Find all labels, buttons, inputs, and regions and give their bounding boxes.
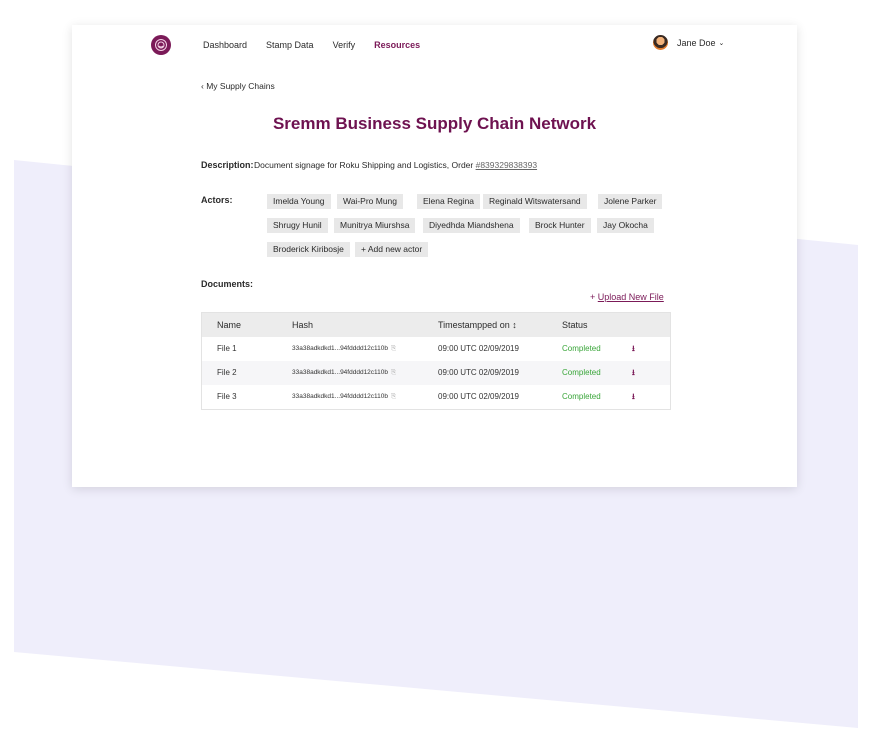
actor-chip[interactable]: Diyedhda Miandshena [423, 218, 520, 233]
description-text: Document signage for Roku Shipping and L… [254, 160, 537, 170]
hash-value: 33a38adkdkd1...94fdddd12c110b [292, 393, 389, 400]
actor-chip[interactable]: Imelda Young [267, 194, 331, 209]
avatar [653, 35, 668, 50]
status-badge: Completed [562, 344, 601, 353]
table-row: File 3 33a38adkdkd1...94fdddd12c110b ⎘ 09… [202, 385, 670, 409]
status-badge: Completed [562, 392, 601, 401]
file-name[interactable]: File 3 [217, 385, 237, 409]
hash-value: 33a38adkdkd1...94fdddd12c110b [292, 345, 389, 352]
nav-verify[interactable]: Verify [333, 40, 356, 50]
file-hash: 33a38adkdkd1...94fdddd12c110b ⎘ [292, 361, 396, 385]
description-body: Document signage for Roku Shipping and L… [254, 160, 476, 170]
copy-icon[interactable]: ⎘ [391, 369, 396, 376]
stamp-logo-icon[interactable] [151, 35, 171, 55]
download-icon[interactable]: ⭳ [632, 361, 635, 385]
main-nav: Dashboard Stamp Data Verify Resources [203, 40, 439, 50]
page-title: Sremm Business Supply Chain Network [272, 114, 597, 133]
column-header-timestamp[interactable]: Timestampped on ↕ [438, 313, 517, 337]
file-hash: 33a38adkdkd1...94fdddd12c110b ⎘ [292, 337, 396, 361]
table-row: File 1 33a38adkdkd1...94fdddd12c110b ⎘ 09… [202, 337, 670, 361]
hash-value: 33a38adkdkd1...94fdddd12c110b [292, 369, 389, 376]
file-timestamp: 09:00 UTC 02/09/2019 [438, 344, 519, 353]
download-icon[interactable]: ⭳ [632, 385, 635, 409]
documents-table: Name Hash Timestampped on ↕ Status File … [201, 312, 671, 410]
back-link[interactable]: ‹ My Supply Chains [201, 81, 275, 91]
upload-file-button[interactable]: + Upload New File [590, 292, 664, 302]
actor-chip[interactable]: Brock Hunter [529, 218, 591, 233]
actor-chip[interactable]: Reginald Witswatersand [483, 194, 587, 209]
actor-chip[interactable]: Shrugy Hunil [267, 218, 328, 233]
nav-dashboard[interactable]: Dashboard [203, 40, 247, 50]
back-link-label: My Supply Chains [206, 81, 275, 91]
column-header-name[interactable]: Name [217, 313, 241, 337]
copy-icon[interactable]: ⎘ [391, 345, 396, 352]
user-menu[interactable]: Jane Doe ⌄ [653, 35, 724, 50]
table-header: Name Hash Timestampped on ↕ Status [202, 313, 670, 337]
user-name: Jane Doe [677, 37, 716, 48]
actors-label: Actors: [201, 195, 233, 205]
app-window: Dashboard Stamp Data Verify Resources Ja… [72, 25, 797, 487]
order-link[interactable]: #839329838393 [476, 160, 537, 170]
plus-icon: + [590, 292, 598, 302]
actor-chip[interactable]: Jolene Parker [598, 194, 663, 209]
nav-stamp-data[interactable]: Stamp Data [266, 40, 314, 50]
nav-resources[interactable]: Resources [374, 40, 420, 50]
actor-chip[interactable]: Broderick Kiribosje [267, 242, 350, 257]
actor-chip[interactable]: Elena Regina [417, 194, 481, 209]
chevron-left-icon: ‹ [201, 81, 204, 91]
file-hash: 33a38adkdkd1...94fdddd12c110b ⎘ [292, 385, 396, 409]
documents-label: Documents: [201, 279, 254, 289]
add-actor-button[interactable]: + Add new actor [355, 242, 429, 257]
actor-chip[interactable]: Jay Okocha [597, 218, 654, 233]
column-header-status[interactable]: Status [562, 313, 588, 337]
upload-file-label: Upload New File [597, 292, 664, 302]
copy-icon[interactable]: ⎘ [391, 393, 396, 400]
file-name[interactable]: File 1 [217, 337, 237, 361]
file-timestamp: 09:00 UTC 02/09/2019 [438, 392, 519, 401]
status-badge: Completed [562, 368, 601, 377]
description-label: Description: [201, 160, 254, 170]
chevron-down-icon: ⌄ [718, 39, 725, 47]
column-header-hash[interactable]: Hash [292, 313, 313, 337]
file-name[interactable]: File 2 [217, 361, 237, 385]
download-icon[interactable]: ⭳ [632, 337, 635, 361]
actor-chip[interactable]: Wai-Pro Mung [337, 194, 404, 209]
actor-chip[interactable]: Munitrya Miurshsa [334, 218, 416, 233]
table-row: File 2 33a38adkdkd1...94fdddd12c110b ⎘ 09… [202, 361, 670, 385]
file-timestamp: 09:00 UTC 02/09/2019 [438, 368, 519, 377]
